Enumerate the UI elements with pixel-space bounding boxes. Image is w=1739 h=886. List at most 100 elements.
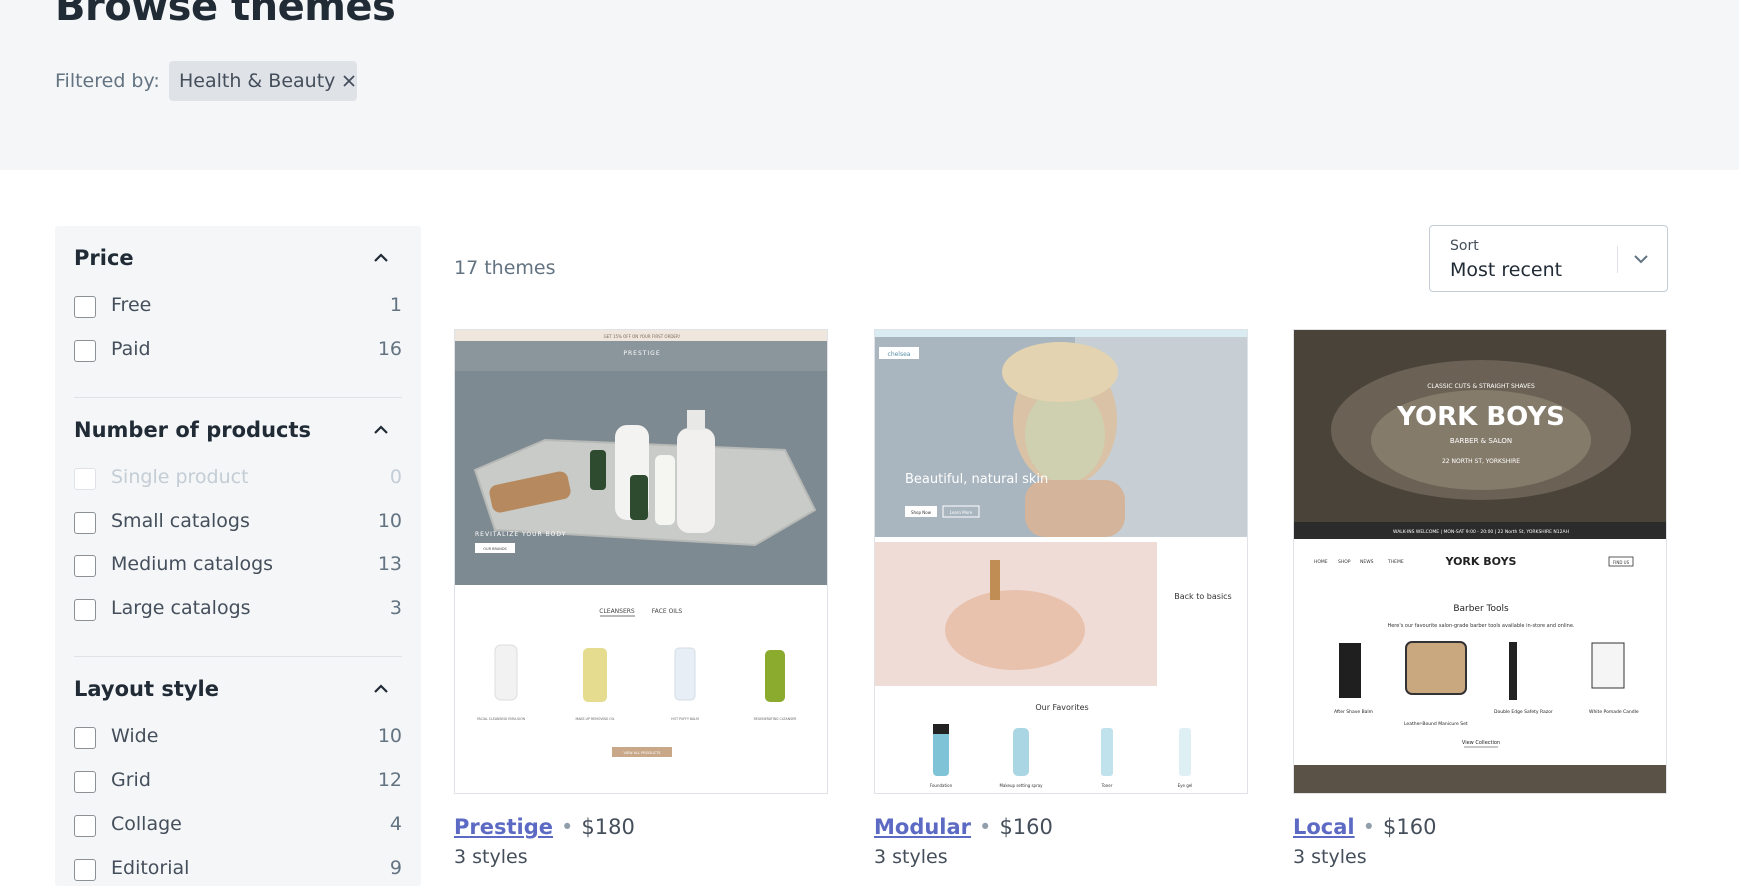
preview-image: chelsea Beautiful, natural skin Shop Now…	[875, 330, 1247, 793]
filter-option-count: 10	[377, 725, 402, 747]
separator-dot: •	[1362, 815, 1376, 839]
preview-product-3: Double Edge Safety Razor	[1494, 709, 1553, 715]
preview-product-4: REGENERATING CLEANSER	[754, 717, 798, 721]
theme-styles-count: 3 styles	[454, 846, 528, 868]
filter-option-large-catalogs[interactable]: Large catalogs 3	[74, 596, 402, 626]
theme-name-link[interactable]: Local	[1293, 815, 1355, 839]
active-filter-chip[interactable]: Health & Beauty	[169, 61, 357, 101]
theme-preview-local[interactable]: CLASSIC CUTS & STRAIGHT SHAVES YORK BOYS…	[1293, 329, 1667, 794]
preview-logo-top: CLASSIC CUTS & STRAIGHT SHAVES	[1427, 383, 1535, 390]
preview-hero-button: OUR BRANDS	[483, 547, 507, 551]
filter-option-count: 12	[377, 769, 402, 791]
filter-option-grid[interactable]: Grid 12	[74, 768, 402, 798]
chevron-up-icon[interactable]	[373, 250, 389, 266]
filter-option-count: 13	[377, 553, 402, 575]
preview-logo-bottom: 22 NORTH ST, YORKSHIRE	[1442, 458, 1520, 465]
preview-announcement: GET 15% OFF ON YOUR FIRST ORDER!	[604, 334, 681, 339]
preview-hero-heading: Beautiful, natural skin	[905, 472, 1048, 487]
filter-option-wide[interactable]: Wide 10	[74, 724, 402, 754]
theme-preview-prestige[interactable]: GET 15% OFF ON YOUR FIRST ORDER! PRESTIG…	[454, 329, 828, 794]
filter-option-single-product: Single product 0	[74, 465, 402, 495]
preview-nav-1: HOME	[1314, 559, 1328, 565]
preview-product-2: MAKE-UP REMOVING OIL	[575, 717, 614, 721]
page-header: Browse themes Filtered by: Health & Beau…	[0, 0, 1739, 170]
preview-image: GET 15% OFF ON YOUR FIRST ORDER! PRESTIG…	[455, 330, 827, 793]
preview-product-4: Eye gel	[1178, 783, 1193, 788]
theme-meta: Prestige • $180	[454, 815, 635, 839]
theme-styles-count: 3 styles	[1293, 846, 1367, 868]
preview-banner: WALK-INS WELCOME | MON-SAT 9:00 - 20:00 …	[1393, 529, 1569, 535]
preview-hero-button-1: Shop Now	[911, 510, 932, 515]
active-filter-label: Health & Beauty	[179, 70, 336, 92]
checkbox[interactable]	[74, 771, 96, 793]
filter-option-collage[interactable]: Collage 4	[74, 812, 402, 842]
filter-option-count: 16	[377, 338, 402, 360]
checkbox[interactable]	[74, 599, 96, 621]
preview-product-2: Makeup setting spray	[999, 783, 1043, 788]
sort-select[interactable]: Sort Most recent	[1429, 225, 1668, 292]
filter-option-small-catalogs[interactable]: Small catalogs 10	[74, 509, 402, 539]
chevron-up-icon[interactable]	[373, 422, 389, 438]
checkbox[interactable]	[74, 727, 96, 749]
checkbox[interactable]	[74, 512, 96, 534]
filtered-by-label: Filtered by:	[55, 70, 160, 92]
filter-option-label: Large catalogs	[111, 597, 251, 619]
filter-option-free[interactable]: Free 1	[74, 293, 402, 323]
filter-option-label: Grid	[111, 769, 151, 791]
filter-option-label: Paid	[111, 338, 151, 360]
preview-logo-mid: BARBER & SALON	[1450, 437, 1512, 445]
preview-tab-2: FACE OILS	[652, 608, 683, 615]
preview-product-1: FACIAL CLEANSING EMULSION	[477, 717, 526, 721]
checkbox[interactable]	[74, 296, 96, 318]
preview-hero-heading: REVITALIZE YOUR BODY	[475, 531, 566, 538]
theme-styles-count: 3 styles	[874, 846, 948, 868]
theme-name-link[interactable]: Modular	[874, 815, 971, 839]
filter-option-medium-catalogs[interactable]: Medium catalogs 13	[74, 552, 402, 582]
preview-logo: YORK BOYS	[1396, 402, 1565, 432]
remove-filter-icon[interactable]	[343, 75, 356, 87]
checkbox[interactable]	[74, 340, 96, 362]
preview-view-collection: View Collection	[1462, 740, 1500, 746]
sort-value: Most recent	[1450, 259, 1563, 281]
theme-price: $180	[581, 815, 635, 839]
filter-option-paid[interactable]: Paid 16	[74, 337, 402, 367]
preview-header-logo: YORK BOYS	[1445, 555, 1517, 568]
preview-product-3: Toner	[1101, 783, 1113, 788]
filter-section-title-price: Price	[74, 246, 134, 270]
preview-product-3: HOT PUFFY BALM	[671, 717, 699, 721]
preview-find-us: FIND US	[1613, 560, 1630, 565]
section-divider	[74, 656, 402, 657]
theme-name-link[interactable]: Prestige	[454, 815, 553, 839]
preview-hero-button-2: Learn More	[950, 510, 973, 515]
preview-product-1: Foundation	[930, 783, 953, 788]
preview-favorites-title: Our Favorites	[1035, 703, 1088, 712]
preview-view-all: VIEW ALL PRODUCTS	[624, 751, 662, 755]
filter-option-label: Small catalogs	[111, 510, 250, 532]
filter-option-label: Single product	[111, 466, 249, 488]
preview-product-4: White Pomade Candle	[1589, 709, 1639, 715]
filter-option-count: 3	[389, 597, 402, 619]
sort-label: Sort	[1450, 238, 1479, 254]
chevron-down-icon[interactable]	[1633, 251, 1649, 267]
preview-image: CLASSIC CUTS & STRAIGHT SHAVES YORK BOYS…	[1294, 330, 1666, 793]
filter-option-label: Editorial	[111, 857, 190, 879]
checkbox[interactable]	[74, 815, 96, 837]
chevron-up-icon[interactable]	[373, 681, 389, 697]
theme-preview-modular[interactable]: chelsea Beautiful, natural skin Shop Now…	[874, 329, 1248, 794]
filter-option-count: 0	[389, 466, 402, 488]
theme-meta: Modular • $160	[874, 815, 1053, 839]
filter-option-count: 1	[389, 294, 402, 316]
filter-section-title-number-of-products: Number of products	[74, 418, 312, 442]
theme-meta: Local • $160	[1293, 815, 1436, 839]
checkbox	[74, 468, 96, 490]
preview-tab-1: CLEANSERS	[599, 608, 635, 615]
section-divider	[74, 397, 402, 398]
checkbox[interactable]	[74, 555, 96, 577]
checkbox[interactable]	[74, 859, 96, 881]
filter-section-title-layout-style: Layout style	[74, 677, 219, 701]
page-title: Browse themes	[55, 0, 396, 30]
filter-option-editorial[interactable]: Editorial 9	[74, 856, 402, 886]
preview-nav-3: NEWS	[1360, 559, 1374, 565]
filter-option-count: 4	[389, 813, 402, 835]
results-count: 17 themes	[454, 257, 556, 279]
